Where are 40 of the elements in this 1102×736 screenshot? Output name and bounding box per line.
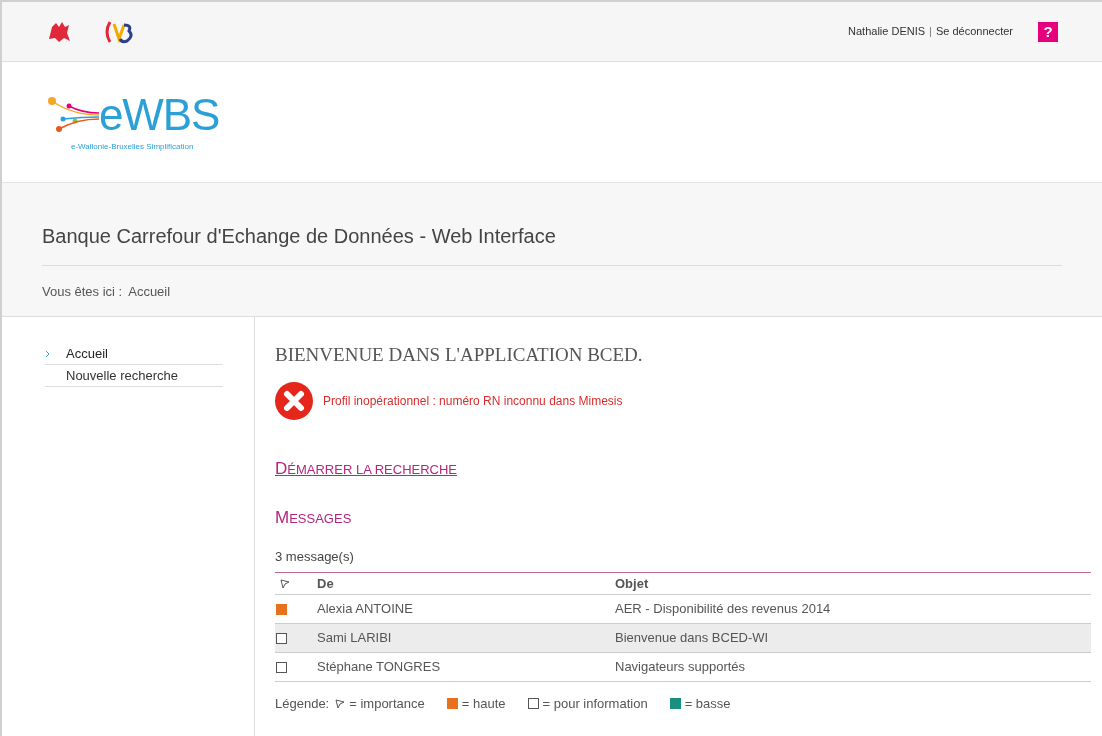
separator: | <box>929 24 932 40</box>
sidebar-item[interactable]: Accueil <box>45 343 223 365</box>
breadcrumb-label: Vous êtes ici : <box>42 283 123 301</box>
logo-wordmark: eWBS <box>99 93 220 137</box>
error-message: Profil inopérationnel : numéro RN inconnu dans Mimesis <box>323 392 623 410</box>
message-count: 3 message(s) <box>275 546 354 573</box>
message-row[interactable]: Sami LARIBI Bienvenue dans BCED-WI <box>275 624 1091 653</box>
high-priority-square <box>276 603 287 615</box>
sidebar-item[interactable]: Nouvelle recherche <box>45 365 223 387</box>
column-header: De <box>317 574 335 593</box>
messages-heading: MESSAGES <box>275 507 353 529</box>
legend-text: = haute <box>461 695 506 713</box>
table-cell-text: Stéphane TONGRES <box>317 658 442 677</box>
legend-label: Légende: <box>275 695 330 713</box>
start-search-link[interactable]: DÉMARRER LA RECHERCHE <box>275 455 458 481</box>
user-name: Nathalie DENIS <box>848 24 926 40</box>
breadcrumb-item: Accueil <box>128 283 171 301</box>
column-header: Objet <box>615 574 649 593</box>
table-cell-text: Sami LARIBI <box>317 629 393 648</box>
table-cell-text: Navigateurs supportés <box>615 658 746 677</box>
logo-tagline: e-Wallonie-Bruxelles Simplification <box>71 141 195 153</box>
logout-link[interactable]: Se déconnecter <box>935 23 1013 40</box>
flag-icon <box>335 698 346 709</box>
legend-text: = importance <box>349 695 425 713</box>
table-cell-text: AER - Disponibilité des revenus 2014 <box>615 600 831 619</box>
legend-text: = pour information <box>542 695 648 713</box>
high-priority-square <box>446 698 458 710</box>
welcome-heading: BIENVENUE DANS L'APPLICATION BCED. <box>275 343 644 367</box>
chevron-icon <box>45 349 50 358</box>
legend-text: = basse <box>684 695 731 713</box>
low-priority-square <box>669 698 681 710</box>
table-cell-text: Bienvenue dans BCED-WI <box>615 629 769 648</box>
info-priority-square <box>276 661 287 673</box>
info-priority-square <box>276 632 287 644</box>
table-cell-text: Alexia ANTOINE <box>317 600 414 619</box>
flag-icon <box>280 578 290 589</box>
help-button[interactable]: ? <box>1038 21 1058 42</box>
error-icon <box>275 381 313 420</box>
page-title: Banque Carrefour d'Echange de Données - Web Interface <box>42 221 1062 266</box>
info-priority-square <box>527 698 539 710</box>
